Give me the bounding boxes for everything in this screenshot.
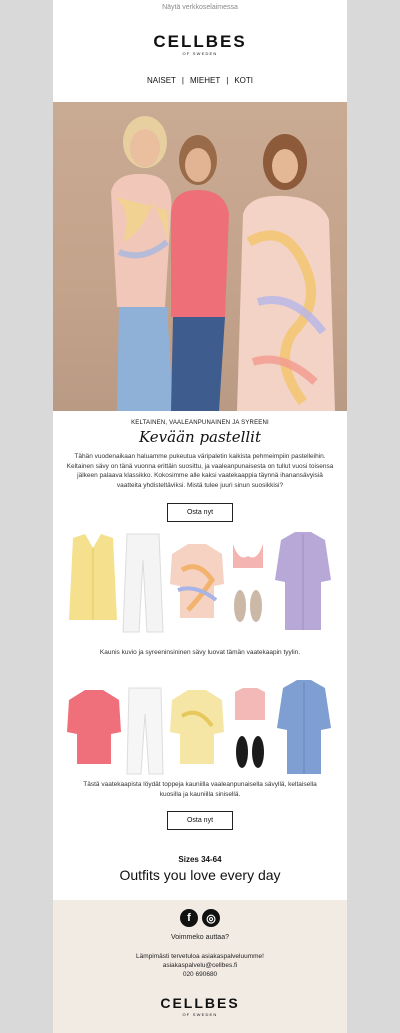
wardrobe-2-products xyxy=(53,678,347,778)
logo-subtitle: OF SWEDEN xyxy=(182,51,218,56)
hero-illustration xyxy=(111,116,335,411)
wardrobe-2-section: Tästä vaatekaapista löydät toppeja kauni… xyxy=(53,780,347,830)
page-title: Kevään pastellit xyxy=(138,428,262,446)
brand-logo[interactable]: CELLBES OF SWEDEN xyxy=(53,32,347,56)
product-yellow-cardigan[interactable] xyxy=(65,530,121,630)
product-yellow-blouse[interactable] xyxy=(168,686,226,766)
logo-wordmark: CELLBES xyxy=(153,32,247,51)
product-patterned-blouse[interactable] xyxy=(168,540,226,620)
tagline-text: Outfits you love every day xyxy=(119,867,281,883)
shop-now-button[interactable]: Osta nyt xyxy=(167,503,233,522)
footer-logo-wordmark: CELLBES xyxy=(160,995,240,1011)
intro-section: KELTAINEN, VAALEANPUNAINEN JA SYREENI Ke… xyxy=(53,420,347,522)
nav-item-koti[interactable]: KOTI xyxy=(234,76,253,85)
email-link[interactable]: asiakaspalvelu@cellbes.fi xyxy=(53,961,347,970)
footer-logo[interactable]: CELLBES OF SWEDEN xyxy=(53,995,347,1017)
promo-section: Sizes 34-64 Outfits you love every day xyxy=(53,855,347,883)
facebook-icon[interactable]: f xyxy=(180,909,198,927)
nav-item-miehet[interactable]: MIEHET xyxy=(190,76,220,85)
eyebrow-text: KELTAINEN, VAALEANPUNAINEN JA SYREENI xyxy=(131,420,269,426)
help-heading: Voimmeko auttaa? xyxy=(171,934,229,941)
hero-image[interactable] xyxy=(53,102,347,411)
product-white-jeans[interactable] xyxy=(125,686,165,776)
wardrobe-1-products xyxy=(53,530,347,640)
product-lilac-shirt-dress[interactable] xyxy=(273,530,333,632)
email-body: Näytä verkkoselaimessa CELLBES OF SWEDEN… xyxy=(53,0,347,1033)
nav-separator: | xyxy=(181,75,184,85)
intro-paragraph: Tähän vuodenaikaan haluamme pukeutua vär… xyxy=(66,453,334,489)
view-in-browser-link[interactable]: Näytä verkkoselaimessa xyxy=(53,0,347,20)
sizes-text: Sizes 34-64 xyxy=(178,855,222,864)
product-pink-bra-and-shoes[interactable] xyxy=(229,538,267,628)
footer-logo-subtitle: OF SWEDEN xyxy=(182,1012,218,1017)
welcome-text: Lämpimästi tervetuloa asiakaspalveluumme… xyxy=(136,953,264,960)
product-white-trousers[interactable] xyxy=(121,530,165,636)
product-pink-top-and-sandals[interactable] xyxy=(231,686,269,772)
phone-number[interactable]: 020 690680 xyxy=(53,970,347,979)
footer: f ◎ Voimmeko auttaa? Lämpimästi tervetul… xyxy=(53,900,347,1033)
instagram-icon[interactable]: ◎ xyxy=(202,909,220,927)
wardrobe-1-caption: Kaunis kuvio ja syreeninsininen sävy luo… xyxy=(53,648,347,658)
product-pink-blouse[interactable] xyxy=(65,686,123,766)
nav-separator: | xyxy=(226,75,229,85)
wardrobe-2-text: Tästä vaatekaapista löydät toppeja kauni… xyxy=(83,781,317,798)
shop-now-button-2[interactable]: Osta nyt xyxy=(167,811,233,830)
contact-info: Lämpimästi tervetuloa asiakaspalveluumme… xyxy=(53,952,347,979)
social-links: f ◎ xyxy=(53,909,347,927)
top-nav: NAISET | MIEHET | KOTI xyxy=(53,74,347,86)
product-blue-shirt-dress[interactable] xyxy=(275,678,333,776)
nav-item-naiset[interactable]: NAISET xyxy=(147,76,176,85)
wardrobe-1-text: Kaunis kuvio ja syreeninsininen sävy luo… xyxy=(99,649,301,656)
